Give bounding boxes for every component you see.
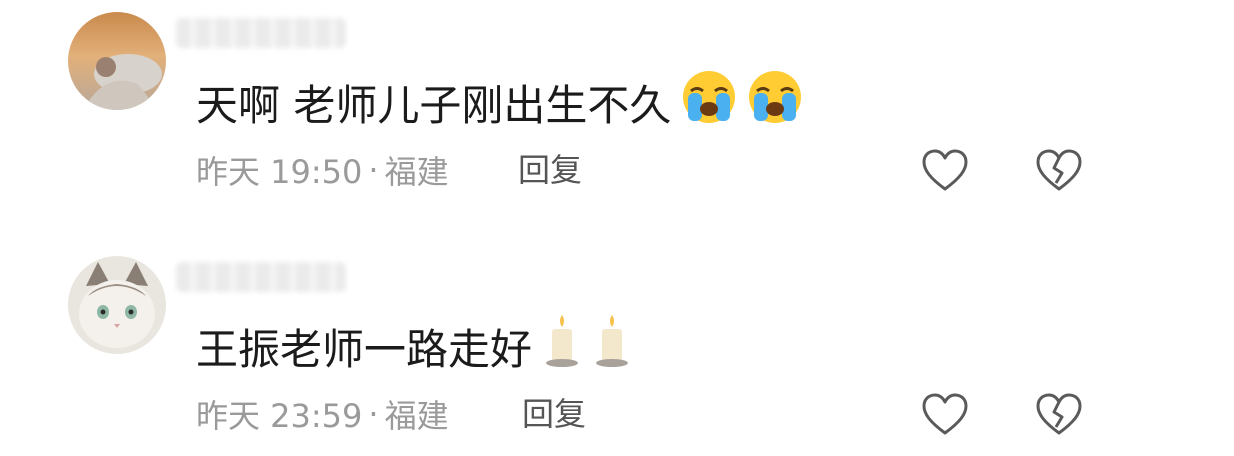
like-button[interactable] [920, 146, 970, 196]
comment-meta: 昨天 23:59 · 福建 [196, 392, 449, 436]
heart-outline-icon [922, 149, 968, 191]
avatar[interactable] [68, 12, 166, 110]
heart-outline-icon [922, 393, 968, 435]
comment-body: 天啊 老师儿子刚出生不久 [196, 80, 672, 130]
comment-location: 福建 [384, 397, 449, 435]
broken-heart-outline-icon [1036, 393, 1082, 435]
comment-location: 福建 [384, 153, 449, 191]
loudly-crying-face-icon [747, 69, 803, 135]
comment-text: 天啊 老师儿子刚出生不久 [196, 69, 803, 135]
comment-text: 王振老师一路走好 [196, 313, 632, 379]
broken-heart-outline-icon [1036, 149, 1082, 191]
username-blurred[interactable] [176, 262, 346, 292]
meta-separator: · [368, 151, 379, 189]
comment-body: 王振老师一路走好 [196, 324, 533, 374]
comment-list: 天啊 老师儿子刚出生不久 昨天 19:50 · 福建 回复 王振老师一路走好 昨… [0, 0, 1234, 456]
meta-separator: · [368, 395, 379, 433]
like-button[interactable] [920, 390, 970, 440]
comment-item: 天啊 老师儿子刚出生不久 昨天 19:50 · 福建 回复 [0, 0, 1234, 228]
loudly-crying-face-icon [681, 69, 737, 135]
comment-time: 昨天 19:50 [196, 153, 363, 191]
avatar[interactable] [68, 256, 166, 354]
reply-button[interactable]: 回复 [518, 148, 582, 192]
dislike-button[interactable] [1034, 390, 1084, 440]
dislike-button[interactable] [1034, 146, 1084, 196]
candle-icon [592, 313, 632, 379]
comment-item: 王振老师一路走好 昨天 23:59 · 福建 回复 [0, 228, 1234, 456]
comment-time: 昨天 23:59 [196, 397, 363, 435]
reply-button[interactable]: 回复 [522, 392, 586, 436]
comment-meta: 昨天 19:50 · 福建 [196, 148, 449, 192]
candle-icon [542, 313, 582, 379]
username-blurred[interactable] [176, 18, 346, 48]
